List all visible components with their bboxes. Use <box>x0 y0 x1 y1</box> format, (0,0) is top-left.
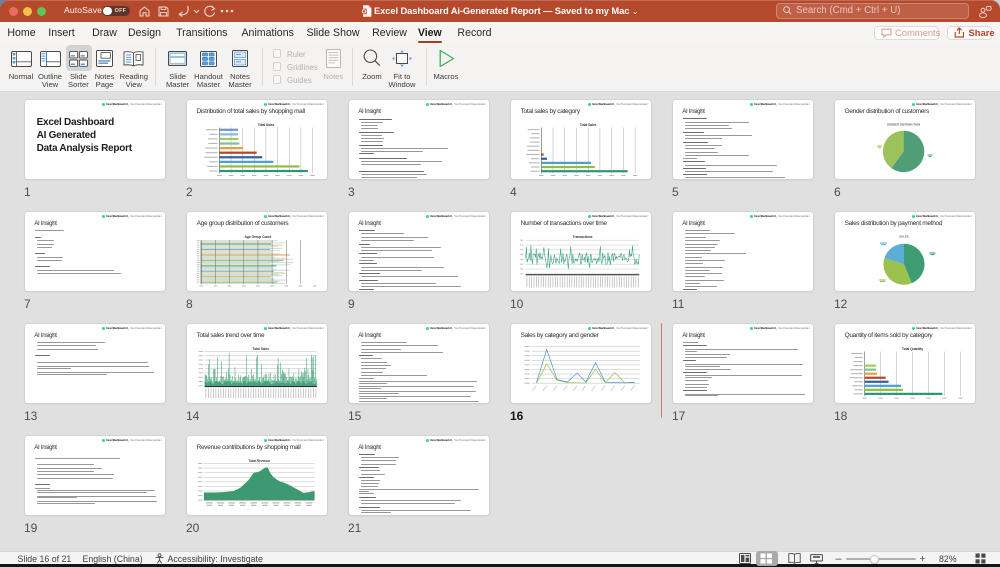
svg-text:Age Group Count: Age Group Count <box>245 235 273 239</box>
svg-text:Total Revenue: Total Revenue <box>248 459 270 463</box>
svg-text:Total Sales: Total Sales <box>258 123 275 127</box>
svg-text:Total Sales: Total Sales <box>252 347 269 351</box>
svg-text:Total Quantity: Total Quantity <box>902 347 923 351</box>
svg-text:Transactions: Transactions <box>573 235 593 239</box>
svg-text:SALES: SALES <box>899 234 909 238</box>
svg-text:Total Sales: Total Sales <box>580 123 597 127</box>
svg-text:GENDER DISTRIBUTION: GENDER DISTRIBUTION <box>887 122 920 126</box>
